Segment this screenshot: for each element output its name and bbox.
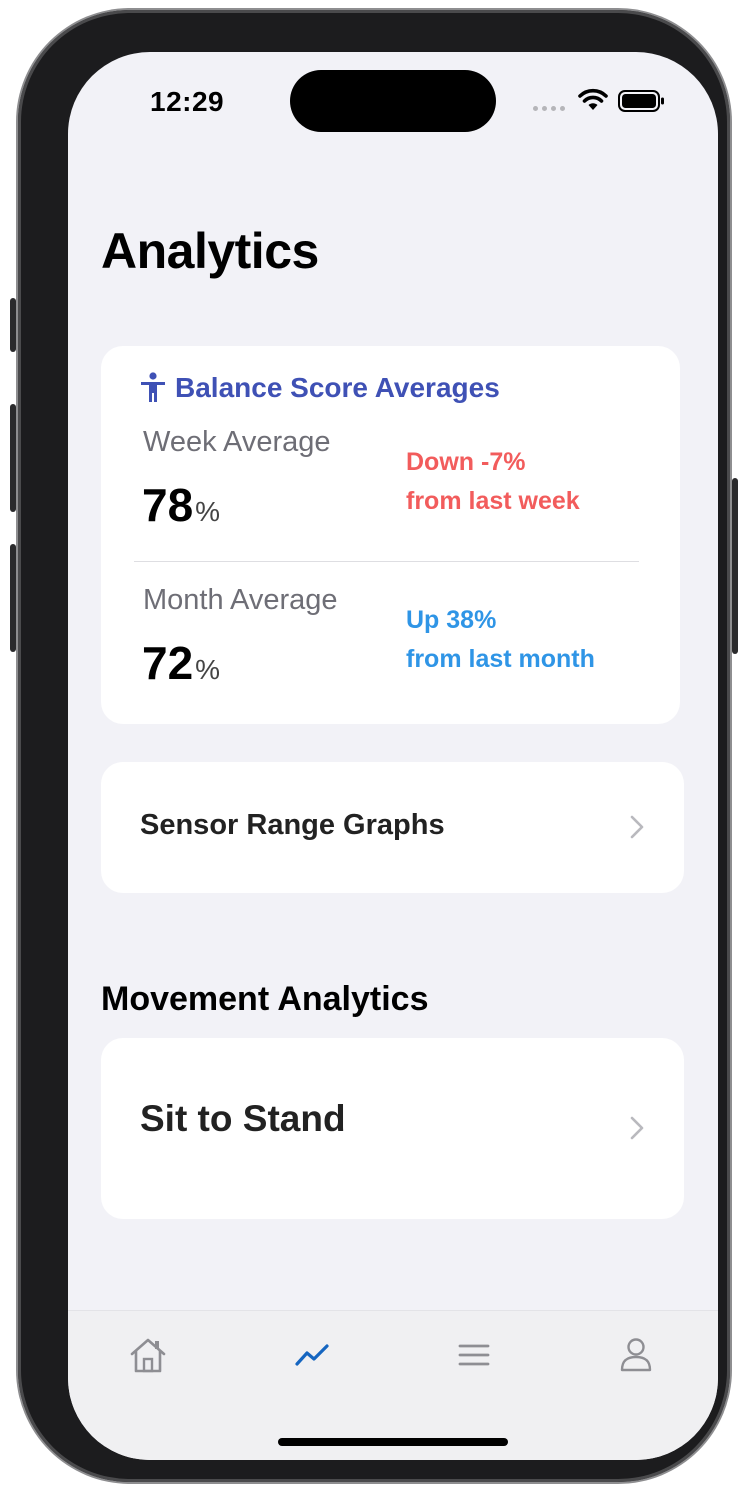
- week-trend-period: from last week: [406, 487, 580, 515]
- balance-score-card: Balance Score Averages Week Average 78% …: [101, 346, 680, 724]
- sensor-range-graphs-row[interactable]: Sensor Range Graphs: [101, 762, 684, 893]
- battery-icon: [618, 90, 664, 112]
- power-button: [732, 478, 738, 654]
- sensor-range-graphs-label: Sensor Range Graphs: [140, 809, 445, 841]
- month-trend-change: Up 38%: [406, 606, 497, 634]
- sit-to-stand-label: Sit to Stand: [140, 1098, 346, 1139]
- month-average-unit: %: [195, 654, 221, 685]
- week-trend-text: Down -7% from last week: [406, 443, 580, 521]
- accessibility-person-icon: [141, 372, 165, 402]
- week-average-unit: %: [195, 496, 221, 527]
- home-icon: [130, 1338, 166, 1373]
- tab-analytics[interactable]: [290, 1335, 334, 1375]
- sit-to-stand-row[interactable]: Sit to Stand: [101, 1038, 684, 1219]
- month-average-value: 72%: [142, 636, 220, 690]
- volume-up-button: [10, 404, 16, 512]
- month-average-label: Month Average: [143, 584, 338, 616]
- chevron-right-icon: [630, 1116, 644, 1140]
- action-button: [10, 298, 16, 352]
- page-title: Analytics: [101, 223, 319, 279]
- movement-analytics-heading: Movement Analytics: [101, 980, 429, 1018]
- volume-down-button: [10, 544, 16, 652]
- tab-menu[interactable]: [452, 1335, 496, 1375]
- balance-card-header: Balance Score Averages: [139, 372, 500, 404]
- month-average-number: 72: [142, 637, 194, 689]
- balance-card-title: Balance Score Averages: [175, 372, 500, 403]
- home-indicator[interactable]: [278, 1438, 508, 1446]
- profile-icon: [620, 1338, 652, 1372]
- cellular-signal-icon: [533, 106, 565, 111]
- week-trend-change: Down -7%: [406, 448, 526, 476]
- wifi-icon: [578, 88, 608, 110]
- week-average-number: 78: [142, 479, 194, 531]
- chevron-right-icon: [630, 815, 644, 839]
- month-trend-text: Up 38% from last month: [406, 601, 595, 679]
- tab-profile[interactable]: [614, 1335, 658, 1375]
- dynamic-island: [290, 70, 496, 132]
- card-divider: [134, 561, 639, 562]
- phone-frame: 12:29 Analytics Balance Score Averages W…: [10, 10, 738, 1482]
- analytics-icon: [295, 1344, 329, 1366]
- month-trend-period: from last month: [406, 645, 595, 673]
- screen: 12:29 Analytics Balance Score Averages W…: [68, 52, 718, 1460]
- menu-icon: [458, 1344, 490, 1366]
- week-average-label: Week Average: [143, 426, 331, 458]
- week-average-value: 78%: [142, 478, 220, 532]
- status-time: 12:29: [150, 86, 225, 117]
- tab-home[interactable]: [126, 1335, 170, 1375]
